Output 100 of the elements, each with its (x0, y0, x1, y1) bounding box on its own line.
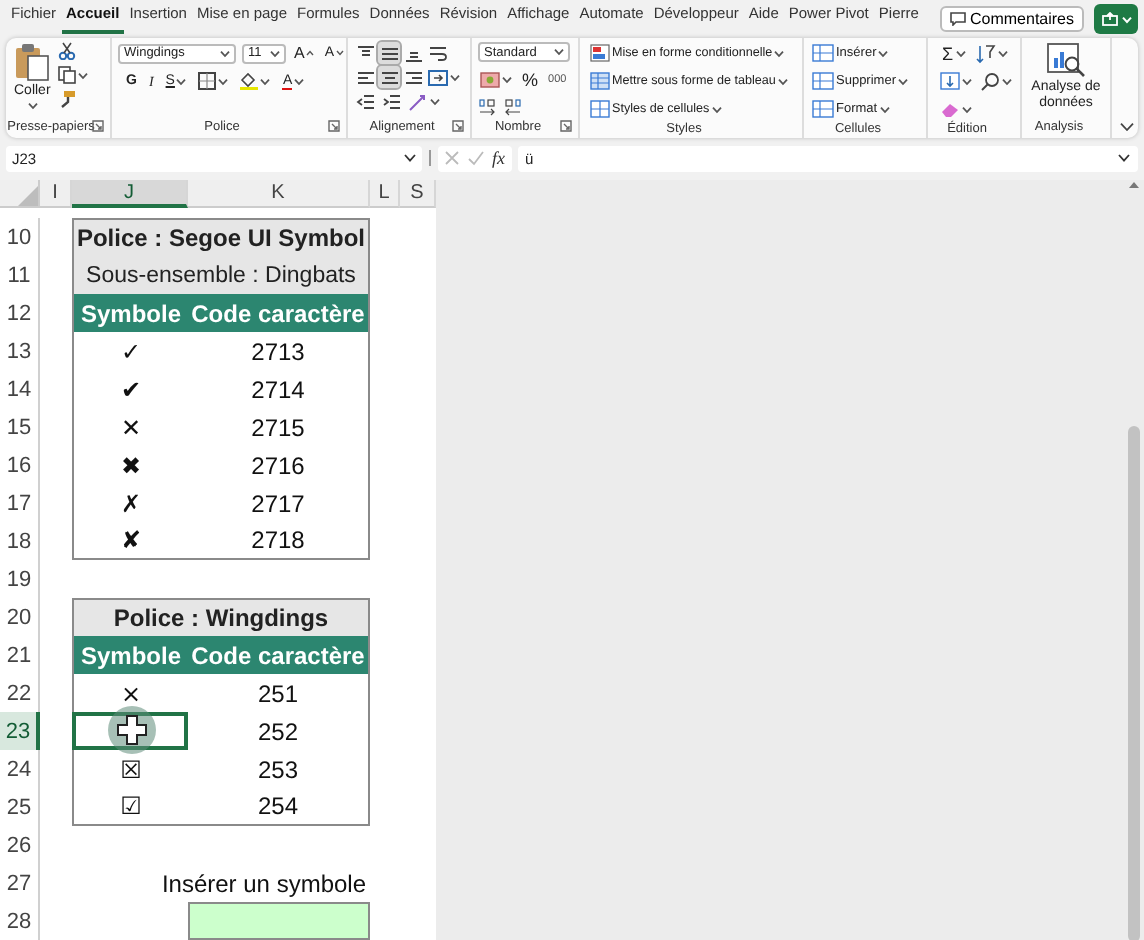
drag-handle-icon (428, 150, 432, 166)
symbol-cell: ✘ (120, 526, 142, 554)
scissors-icon[interactable] (58, 42, 77, 60)
caret-icon (270, 49, 280, 57)
share-icon (1101, 12, 1117, 26)
launcher-icon[interactable] (328, 120, 340, 132)
conditional-format-icon (590, 44, 610, 62)
fill-bucket-icon (240, 72, 259, 90)
scroll-up-icon[interactable] (1128, 180, 1140, 190)
code-cell: 2716 (251, 451, 305, 479)
caret-icon (878, 49, 889, 57)
column-header[interactable]: S (400, 180, 436, 208)
borders-button[interactable] (196, 70, 231, 92)
fill-down-icon[interactable] (940, 72, 960, 90)
caret-down-icon (336, 50, 345, 56)
symbol-cell: × (120, 679, 142, 707)
table-subtitle: Sous-ensemble : Dingbats (86, 263, 356, 287)
scrollbar-thumb[interactable] (1128, 426, 1140, 940)
cells-icon (812, 72, 834, 90)
code-cell: 254 (257, 792, 299, 820)
left-align-icon[interactable] (355, 67, 375, 87)
launcher-icon[interactable] (452, 120, 464, 132)
caret-icon (554, 48, 564, 56)
currency-button[interactable] (478, 68, 514, 90)
input-cell[interactable] (188, 902, 370, 940)
caret-icon (27, 102, 38, 110)
eraser-icon[interactable] (940, 100, 960, 118)
code-cell: 251 (257, 679, 299, 707)
merge-cells-icon[interactable] (427, 67, 447, 87)
caret-icon (897, 77, 908, 85)
caret-icon (218, 77, 229, 85)
code-cell: 253 (257, 755, 299, 783)
column-heading: Symbole (72, 294, 188, 332)
cursor-icon (106, 704, 158, 756)
caret-icon (777, 77, 788, 85)
cells-icon (812, 44, 834, 62)
caret-icon (1121, 15, 1131, 23)
column-header[interactable]: I (40, 180, 72, 208)
percent-button[interactable]: % (520, 68, 541, 90)
caret-icon (962, 105, 972, 113)
increase-decimal-icon[interactable] (478, 98, 498, 116)
launcher-icon[interactable] (92, 120, 104, 132)
column-header[interactable]: J (72, 180, 188, 208)
caret-icon (502, 75, 512, 83)
caret-icon (774, 49, 785, 57)
launcher-icon[interactable] (560, 120, 572, 132)
code-cell: 2715 (251, 413, 305, 441)
right-align-icon[interactable] (403, 67, 423, 87)
dropdown-icon (404, 154, 416, 162)
format-painter-icon[interactable] (58, 90, 77, 108)
code-cell: 2713 (251, 337, 305, 365)
decrease-decimal-icon[interactable] (504, 98, 524, 116)
middle-align-icon[interactable] (379, 43, 399, 63)
autosum-button[interactable]: Σ (940, 42, 968, 64)
money-icon (480, 71, 500, 87)
decrease-indent-icon[interactable] (355, 91, 375, 111)
column-heading: Code caractère (188, 294, 370, 332)
column-header[interactable]: L (370, 180, 400, 208)
caret-up-icon (306, 50, 315, 56)
expand-icon (1118, 154, 1130, 162)
symbol-cell: ✕ (120, 413, 142, 441)
comments-button[interactable]: Commentaires (939, 6, 1084, 32)
caret-icon (711, 105, 722, 113)
cell-styles-icon (590, 100, 610, 118)
insert-function-button[interactable]: fx (492, 148, 505, 168)
caret-icon (879, 105, 890, 113)
caret-icon (450, 73, 460, 81)
search-icon[interactable] (980, 71, 1000, 91)
caret-icon (260, 77, 271, 85)
column-header[interactable]: K (188, 180, 370, 208)
row-header[interactable]: 23 (0, 712, 40, 750)
check-icon[interactable] (468, 150, 484, 166)
code-cell: 252 (257, 717, 299, 745)
symbol-cell: ✗ (120, 489, 142, 517)
copy-icon[interactable] (58, 66, 77, 84)
code-cell: 2718 (251, 526, 305, 554)
fill-color-button[interactable] (238, 70, 273, 92)
share-button[interactable] (1094, 4, 1138, 34)
symbol-cell: ✔ (120, 375, 142, 403)
caret-icon (294, 77, 305, 85)
comment-icon (949, 12, 966, 26)
increase-indent-icon[interactable] (381, 91, 401, 111)
cells-icon (812, 100, 834, 118)
orientation-icon[interactable] (407, 91, 427, 111)
center-align-icon[interactable] (379, 67, 399, 87)
column-heading: Symbole (72, 636, 188, 674)
symbol-cell: ✓ (120, 337, 142, 365)
sort-filter-icon[interactable] (975, 43, 996, 63)
wrap-text-icon[interactable] (427, 43, 447, 63)
symbol-cell: ☒ (120, 755, 142, 783)
grow-font-button[interactable]: A (292, 42, 317, 64)
symbol-cell: ☑ (120, 792, 142, 820)
cell-text: Insérer un symbole (161, 869, 366, 897)
table-title: Police : Wingdings (113, 604, 329, 632)
caret-icon (78, 71, 89, 79)
column-heading: Code caractère (188, 636, 370, 674)
collapse-ribbon-icon[interactable] (1120, 122, 1134, 132)
caret-icon (955, 49, 966, 57)
caret-icon (176, 77, 187, 85)
caret-icon (962, 77, 972, 85)
